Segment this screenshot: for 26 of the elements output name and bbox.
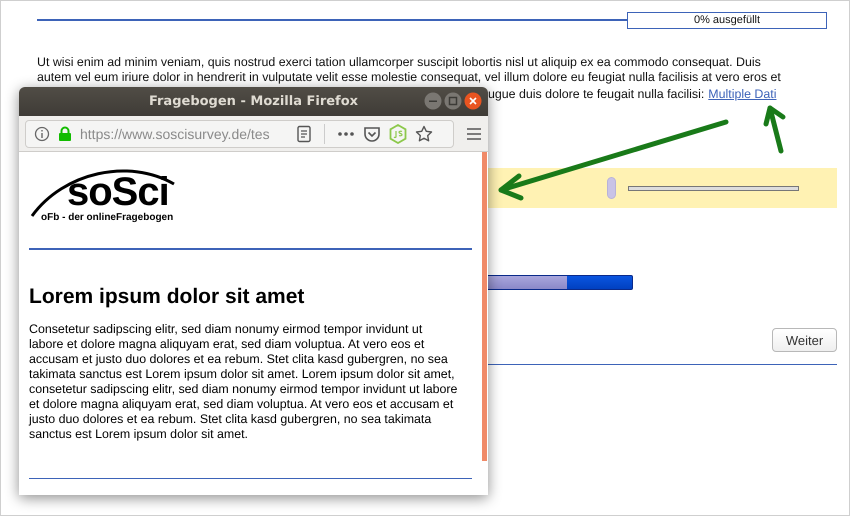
paragraph-line: ugue duis dolore te feugait nulla facilisi: — [488, 87, 704, 102]
body-paragraph: Consetetur sadipscing elitr, sed diam nonumy eirmod tempor invidunt ut labore et dolore magna aliquyam erat, sed diam voluptua. At vero eos et accusam et justo duo dolores et ea rebum. Stet clita kasd gubergren, no sea takimata sanctus est Lorem ipsum dolor sit amet. Lorem ipsum dolor sit amet, consetetur sadipscing elitr, sed diam nonumy eirmod tempor invidunt ut labore et dolore magna aliquyam erat, sed diam voluptua. At vero eos et accusam et justo duo dolores et ea rebum. Stet clita kasd gubergren, no sea takimata sanctus est Lorem ipsum dolor sit amet. — [29, 322, 458, 442]
more-icon[interactable] — [337, 130, 355, 136]
url-text: https://www.soscisurvey.de/tes — [80, 126, 271, 142]
slider-track[interactable] — [628, 186, 799, 190]
minimize-icon[interactable] — [424, 92, 442, 110]
close-icon[interactable] — [464, 92, 482, 110]
scrollbar[interactable] — [482, 152, 487, 461]
paragraph-line: Ut wisi enim ad minim veniam, quis nostrud exerci tation ullamcorper suscipit lobortis nisl ut aliquip ex ea commodo consequat. Duis — [37, 55, 762, 70]
text-link[interactable]: Multiple Dati — [708, 87, 776, 102]
menu-icon[interactable] — [466, 126, 482, 140]
star-icon[interactable] — [415, 124, 433, 142]
page-heading: Lorem ipsum dolor sit amet — [29, 284, 304, 310]
address-bar[interactable]: https://www.soscisurvey.de/tes — [25, 120, 454, 148]
slider-thumb[interactable] — [607, 177, 616, 199]
logo-text: soSci — [67, 172, 169, 212]
paragraph-line: autem vel eum iriure dolor in hendrerit in vulputate velit esse molestie consequat, vel illum dolore eu feugiat nulla facilisis at vero eros et — [37, 70, 782, 85]
reader-icon[interactable] — [296, 124, 312, 142]
pocket-icon[interactable] — [363, 126, 381, 142]
progress-label: 0% ausgefüllt — [694, 14, 760, 26]
info-icon — [34, 126, 50, 142]
logo-tagline: oFb - der onlineFragebogen — [41, 212, 174, 223]
lock-icon — [58, 126, 72, 142]
window-title: Fragebogen - Mozilla Firefox — [148, 94, 358, 109]
next-button[interactable]: Weiter — [772, 328, 837, 352]
annotation-arrow — [764, 106, 786, 154]
